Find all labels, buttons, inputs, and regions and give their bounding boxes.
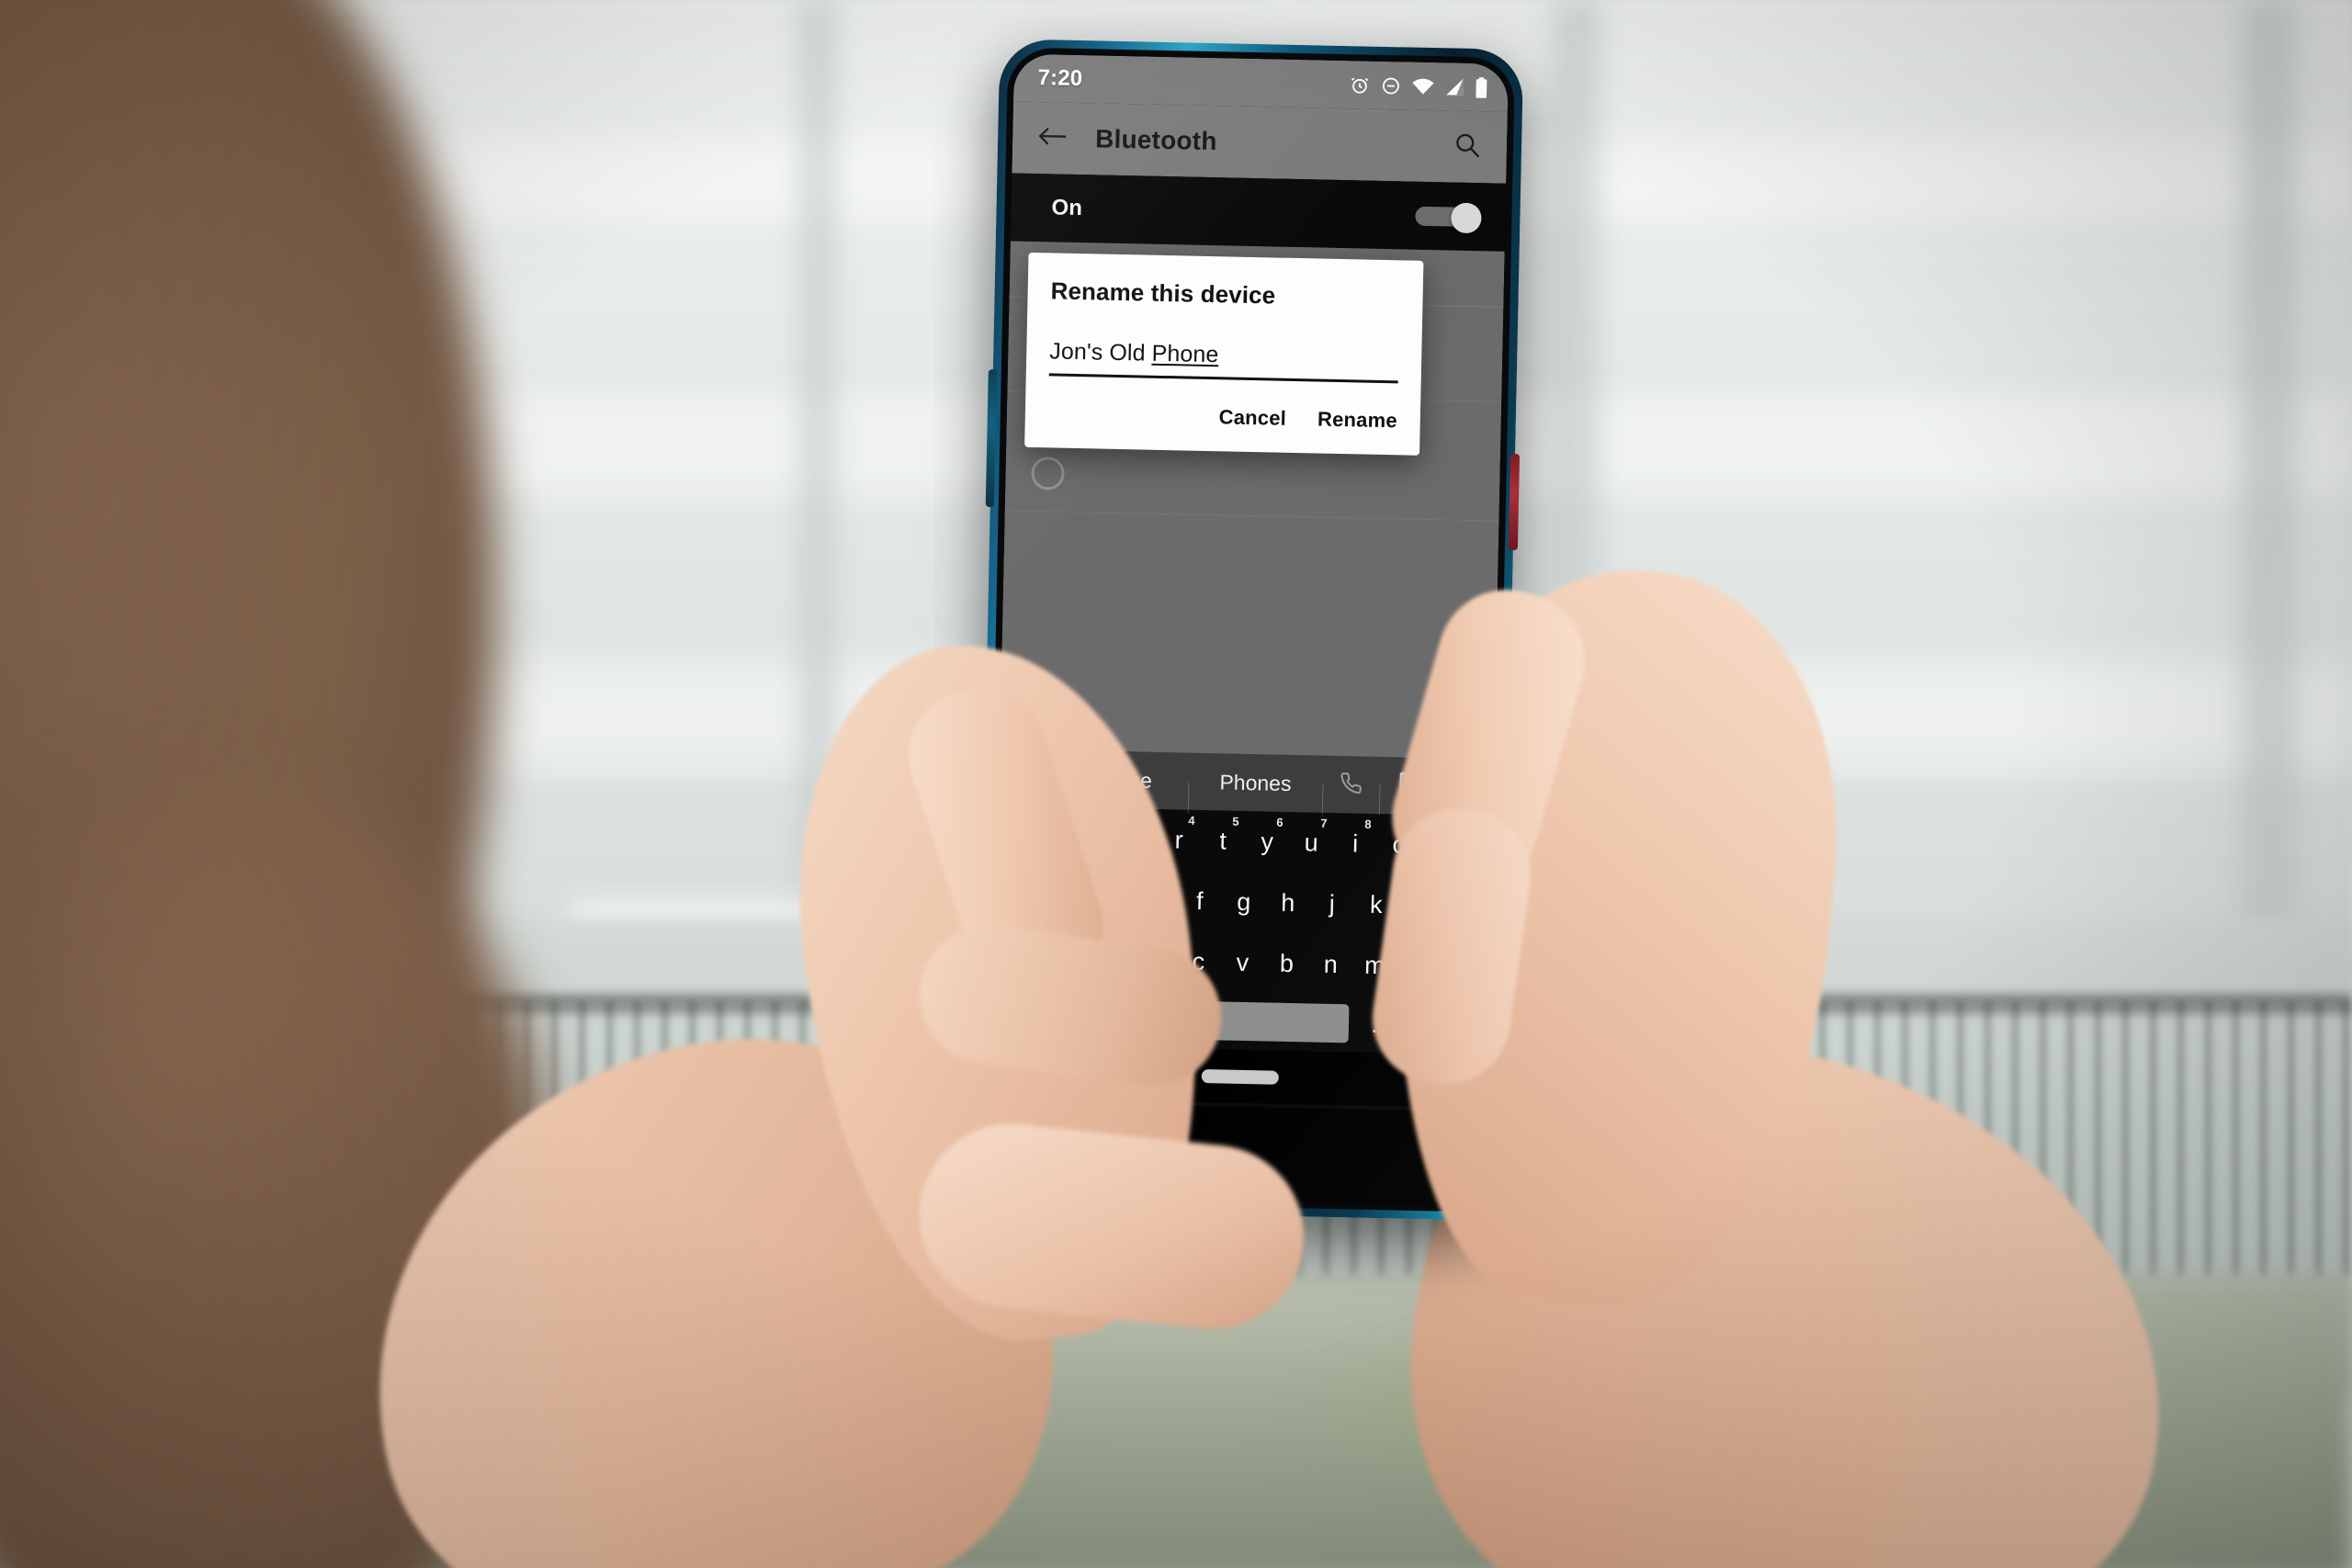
key-v[interactable]: v [1220, 933, 1265, 991]
status-bar-icons [1349, 74, 1487, 98]
key-u[interactable]: 7u [1289, 814, 1334, 872]
key-superscript: 5 [1232, 814, 1239, 829]
dialog-actions: Cancel Rename [1047, 401, 1397, 442]
phone-call-button[interactable] [1322, 770, 1380, 799]
background-column [2242, 0, 2297, 974]
key-superscript: 4 [1188, 813, 1195, 828]
rename-button[interactable]: Rename [1317, 408, 1397, 434]
cancel-button[interactable]: Cancel [1218, 405, 1286, 431]
key-superscript: 6 [1276, 815, 1283, 829]
photograph-scene: 7:20 Bluetooth On Rename this device Jon… [0, 0, 2352, 1568]
suggestion-2[interactable]: Phones [1188, 769, 1323, 796]
bluetooth-toggle-label: On [1051, 195, 1083, 221]
cellular-signal-icon [1444, 77, 1464, 96]
rename-device-dialog: Rename this device Jon's Old Phone Cance… [1024, 252, 1424, 456]
bluetooth-toggle-row[interactable]: On [1010, 173, 1507, 252]
key-superscript: 7 [1320, 816, 1328, 830]
key-y[interactable]: 6y [1245, 813, 1290, 871]
alarm-icon [1349, 74, 1370, 96]
do-not-disturb-icon [1380, 74, 1401, 96]
search-button[interactable] [1446, 125, 1489, 168]
key-t[interactable]: 5t [1201, 812, 1246, 870]
device-name-prefix: Jon's Old [1049, 338, 1152, 367]
home-gesture-pill[interactable] [1201, 1068, 1279, 1085]
key-j[interactable]: j [1309, 874, 1354, 932]
key-b[interactable]: b [1264, 934, 1309, 992]
device-name-misspelled-word: Phone [1151, 340, 1219, 368]
device-circle-icon [1031, 456, 1065, 491]
back-arrow-icon [1037, 124, 1068, 153]
key-superscript: 8 [1364, 817, 1372, 831]
search-icon [1453, 130, 1482, 164]
switch-knob [1451, 202, 1482, 234]
wifi-icon [1411, 77, 1434, 96]
phone-call-icon [1339, 771, 1363, 800]
dialog-title: Rename this device [1050, 276, 1276, 310]
key-g[interactable]: g [1221, 873, 1266, 931]
key-n[interactable]: n [1308, 935, 1353, 993]
status-bar-clock: 7:20 [1037, 65, 1083, 92]
back-button[interactable] [1031, 117, 1074, 160]
bluetooth-switch[interactable] [1415, 202, 1482, 234]
key-i[interactable]: 8i [1333, 815, 1378, 873]
device-name-field[interactable]: Jon's Old Phone [1048, 338, 1399, 384]
app-bar: Bluetooth [1012, 101, 1508, 184]
battery-icon [1475, 76, 1487, 98]
page-title: Bluetooth [1094, 124, 1217, 156]
device-name-input[interactable]: Jon's Old Phone [1049, 338, 1399, 372]
key-h[interactable]: h [1265, 874, 1310, 931]
